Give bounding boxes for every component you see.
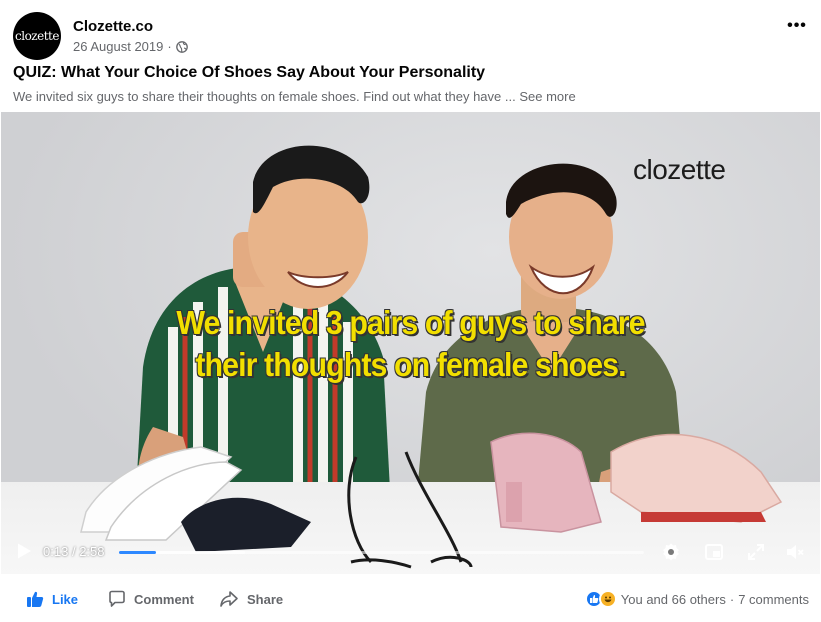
settings-icon[interactable]	[661, 542, 681, 562]
play-icon[interactable]	[15, 542, 33, 560]
progress-bar[interactable]	[119, 551, 644, 554]
video-controls: 0:13 / 2:58	[1, 530, 820, 574]
post-actions: Like Comment Share You and 66 others · 7…	[0, 578, 821, 622]
comment-button[interactable]: Comment	[108, 590, 194, 608]
more-dots-icon: •••	[787, 17, 807, 34]
share-button[interactable]: Share	[219, 590, 283, 608]
more-options-button[interactable]: •••	[785, 14, 809, 38]
post-title[interactable]: QUIZ: What Your Choice Of Shoes Say Abou…	[13, 64, 485, 82]
comment-label: Comment	[134, 591, 194, 607]
reactions-summary[interactable]: You and 66 others · 7 comments	[584, 590, 809, 608]
reactions-count: You and 66 others	[620, 591, 726, 607]
see-more-link[interactable]: See more	[519, 89, 575, 104]
current-time: 0:13	[43, 544, 69, 559]
haha-reaction-icon	[598, 590, 617, 608]
page-name-link[interactable]: Clozette.co	[73, 18, 153, 35]
post-meta: 26 August 2019 ·	[73, 39, 188, 54]
mute-icon[interactable]	[785, 542, 805, 562]
comment-icon	[109, 590, 125, 607]
time-separator: /	[71, 544, 76, 559]
comments-count[interactable]: 7 comments	[738, 592, 809, 607]
engagement-separator: ·	[729, 591, 735, 607]
meta-separator: ·	[167, 39, 172, 54]
caption-line-1: We invited 3 pairs of guys to share	[176, 304, 645, 341]
post-description: We invited six guys to share their thoug…	[13, 89, 576, 104]
video-watermark: clozette	[633, 154, 726, 185]
video-time: 0:13 / 2:58	[43, 544, 105, 559]
share-icon	[220, 591, 238, 607]
progress-played	[119, 551, 156, 554]
share-label: Share	[247, 591, 284, 607]
globe-icon	[175, 40, 188, 53]
post-date[interactable]: 26 August 2019	[73, 39, 163, 54]
post-header: clozette Clozette.co 26 August 2019 · ••…	[0, 0, 821, 62]
duration: 2:58	[79, 544, 105, 559]
reaction-icons	[584, 590, 617, 608]
caption-line-2: their thoughts on female shoes.	[195, 346, 626, 383]
fullscreen-icon[interactable]	[746, 542, 766, 562]
like-button[interactable]: Like	[26, 590, 78, 608]
video-player[interactable]: clozette We invited 3 pairs of guys to s…	[1, 112, 820, 574]
description-text: We invited six guys to share their thoug…	[13, 89, 516, 104]
video-caption: We invited 3 pairs of guys to share thei…	[34, 302, 787, 386]
avatar-logo-text: clozette	[15, 29, 59, 43]
like-label: Like	[52, 591, 79, 607]
thumbs-up-icon	[27, 591, 44, 607]
pip-icon[interactable]	[704, 542, 724, 562]
page-avatar[interactable]: clozette	[13, 12, 61, 60]
